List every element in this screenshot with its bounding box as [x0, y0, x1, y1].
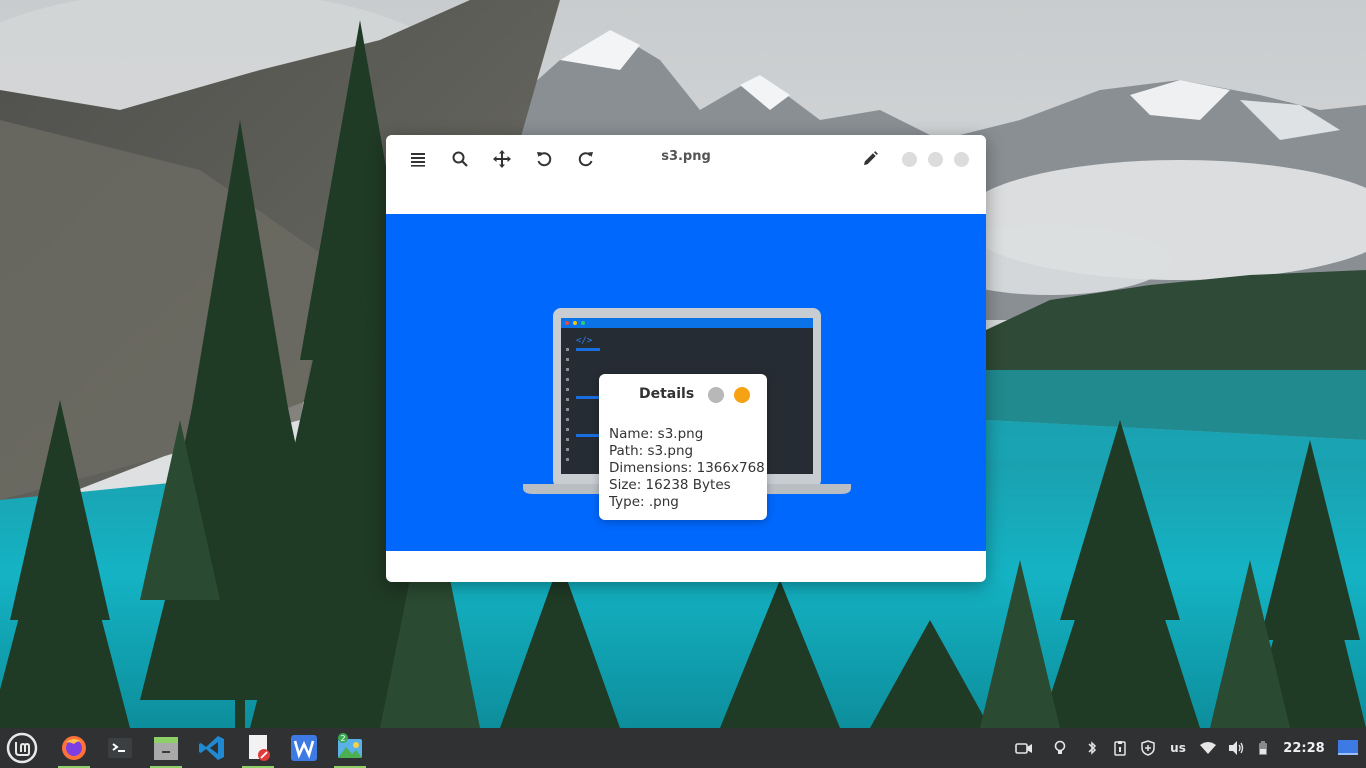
move-button[interactable]	[490, 147, 514, 171]
vscode-icon	[199, 736, 224, 760]
image-viewer-window: s3.png </> Details Name: s3.png Path: s3…	[386, 135, 986, 582]
wifi-icon	[1200, 742, 1216, 754]
details-path: Path: s3.png	[609, 443, 694, 459]
tray-clipboard[interactable]	[1108, 728, 1132, 768]
show-desktop-button[interactable]	[1334, 728, 1362, 768]
firefox-icon	[62, 736, 86, 760]
header-bar: s3.png	[386, 135, 986, 183]
clipboard-icon	[1114, 741, 1126, 756]
rotate-left-icon	[537, 152, 552, 167]
terminal-icon	[108, 738, 132, 758]
battery-icon	[1259, 741, 1267, 755]
taskbar-wps-writer[interactable]	[284, 728, 324, 768]
window-title: s3.png	[661, 149, 711, 164]
shield-icon	[1141, 740, 1155, 756]
tray-redshift[interactable]	[1048, 728, 1072, 768]
close-button[interactable]	[954, 152, 969, 167]
taskbar-firefox[interactable]	[54, 728, 94, 768]
pencil-icon	[864, 151, 878, 165]
tray-keyboard-layout[interactable]: us	[1166, 728, 1190, 768]
rotate-left-button[interactable]	[532, 147, 556, 171]
show-desktop-icon	[1338, 740, 1358, 755]
tray-bluetooth[interactable]	[1080, 728, 1104, 768]
taskbar: 2 us 22:28	[0, 728, 1366, 768]
details-type: Type: .png	[609, 494, 679, 510]
details-dimensions: Dimensions: 1366x768	[609, 460, 765, 476]
rotate-right-icon	[578, 152, 593, 167]
image-canvas[interactable]: </> Details Name: s3.png Path: s3.png Di…	[386, 214, 986, 551]
details-popover: Details Name: s3.png Path: s3.png Dimens…	[599, 374, 767, 520]
details-body: Name: s3.png Path: s3.png Dimensions: 13…	[609, 426, 765, 511]
details-size: Size: 16238 Bytes	[609, 477, 731, 493]
tray-camera[interactable]	[1012, 728, 1036, 768]
tray-volume[interactable]	[1224, 728, 1248, 768]
menu-icon	[411, 153, 425, 167]
keyboard-layout-label: us	[1170, 741, 1186, 755]
folder-icon	[154, 737, 178, 760]
details-minimize-button[interactable]	[708, 387, 724, 403]
details-title: Details	[639, 386, 695, 402]
image-viewer-badge: 2	[340, 734, 345, 743]
taskbar-text-editor[interactable]	[238, 728, 278, 768]
taskbar-file-manager[interactable]	[146, 728, 186, 768]
tray-battery[interactable]	[1252, 728, 1274, 768]
lightbulb-icon	[1054, 740, 1066, 754]
minimize-button[interactable]	[902, 152, 917, 167]
edit-button[interactable]	[858, 147, 882, 171]
mint-menu-button[interactable]	[2, 728, 42, 768]
tray-shield[interactable]	[1136, 728, 1160, 768]
image-viewer-icon: 2	[338, 733, 362, 758]
menu-button[interactable]	[406, 147, 430, 171]
rotate-right-button[interactable]	[574, 147, 598, 171]
search-icon	[452, 151, 468, 167]
tray-wifi[interactable]	[1196, 728, 1220, 768]
bluetooth-icon	[1088, 741, 1097, 755]
volume-icon	[1229, 741, 1244, 755]
zoom-button[interactable]	[448, 147, 472, 171]
svg-text:</>: </>	[576, 336, 593, 346]
clock[interactable]: 22:28	[1280, 728, 1328, 768]
camera-icon	[1015, 743, 1032, 754]
wps-writer-icon	[291, 735, 317, 761]
desktop: s3.png </> Details Name: s3.png Path: s3…	[0, 0, 1366, 768]
linux-mint-icon	[6, 732, 38, 764]
details-name: Name: s3.png	[609, 426, 704, 442]
move-icon	[493, 150, 511, 168]
maximize-button[interactable]	[928, 152, 943, 167]
text-editor-icon	[249, 735, 270, 761]
taskbar-vscode[interactable]	[192, 728, 232, 768]
taskbar-image-viewer[interactable]: 2	[330, 728, 370, 768]
details-close-button[interactable]	[734, 387, 750, 403]
taskbar-terminal[interactable]	[100, 728, 140, 768]
